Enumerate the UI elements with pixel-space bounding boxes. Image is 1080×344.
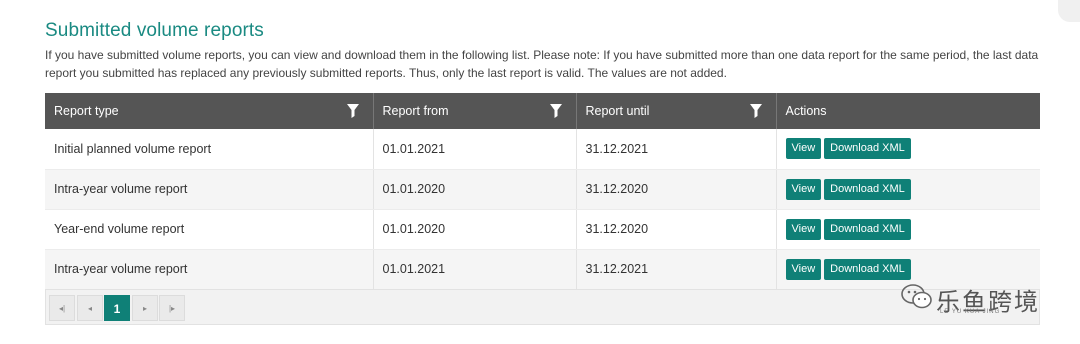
table-row: Year-end volume report 01.01.2020 31.12.… [45,209,1040,250]
watermark: 乐鱼跨境 LE YU KUA JING [880,280,1050,320]
table-row: Intra-year volume report 01.01.2020 31.1… [45,169,1040,210]
report-from-cell: 01.01.2020 [373,209,577,250]
window-corner [1058,0,1080,22]
report-type-cell: Intra-year volume report [45,169,374,210]
report-until-cell: 31.12.2020 [576,209,777,250]
next-page-button[interactable]: ▸ [132,295,158,321]
reports-table: Report type Report from Report until Act… [45,93,1040,290]
column-report-from: Report from [373,93,577,129]
table-header-row: Report type Report from Report until Act… [45,93,1040,129]
actions-cell: View Download XML [776,169,1040,210]
last-page-button[interactable]: |▸ [159,295,185,321]
report-from-cell: 01.01.2021 [373,129,577,170]
page-description: If you have submitted volume reports, yo… [45,48,1039,80]
report-until-cell: 31.12.2021 [576,249,777,290]
filter-icon[interactable] [346,104,359,118]
column-report-until: Report until [576,93,777,129]
watermark-subtext: LE YU KUA JING [940,309,1001,315]
wechat-icon [901,284,932,309]
view-button[interactable]: View [785,138,822,160]
download-xml-button[interactable]: Download XML [824,218,911,240]
report-until-cell: 31.12.2021 [576,129,777,170]
page-1-button[interactable]: 1 [104,295,130,321]
report-type-cell: Year-end volume report [45,209,374,250]
report-type-cell: Initial planned volume report [45,129,374,170]
first-page-button[interactable]: ◂| [49,295,75,321]
previous-page-button[interactable]: ◂ [77,295,103,321]
column-actions: Actions [785,104,827,118]
filter-icon[interactable] [549,104,562,118]
download-xml-button[interactable]: Download XML [824,178,911,200]
filter-icon[interactable] [749,104,762,118]
view-button[interactable]: View [785,218,822,240]
download-xml-button[interactable]: Download XML [824,138,911,160]
page-title: Submitted volume reports [45,20,264,41]
actions-cell: View Download XML [776,129,1040,170]
report-from-cell: 01.01.2020 [373,169,577,210]
view-button[interactable]: View [785,178,822,200]
view-button[interactable]: View [785,258,822,280]
column-report-type: Report type [45,93,374,129]
report-from-cell: 01.01.2021 [373,249,577,290]
actions-cell: View Download XML [776,209,1040,250]
report-type-cell: Intra-year volume report [45,249,374,290]
download-xml-button[interactable]: Download XML [824,258,911,280]
table-row: Initial planned volume report 01.01.2021… [45,129,1040,170]
report-until-cell: 31.12.2020 [576,169,777,210]
